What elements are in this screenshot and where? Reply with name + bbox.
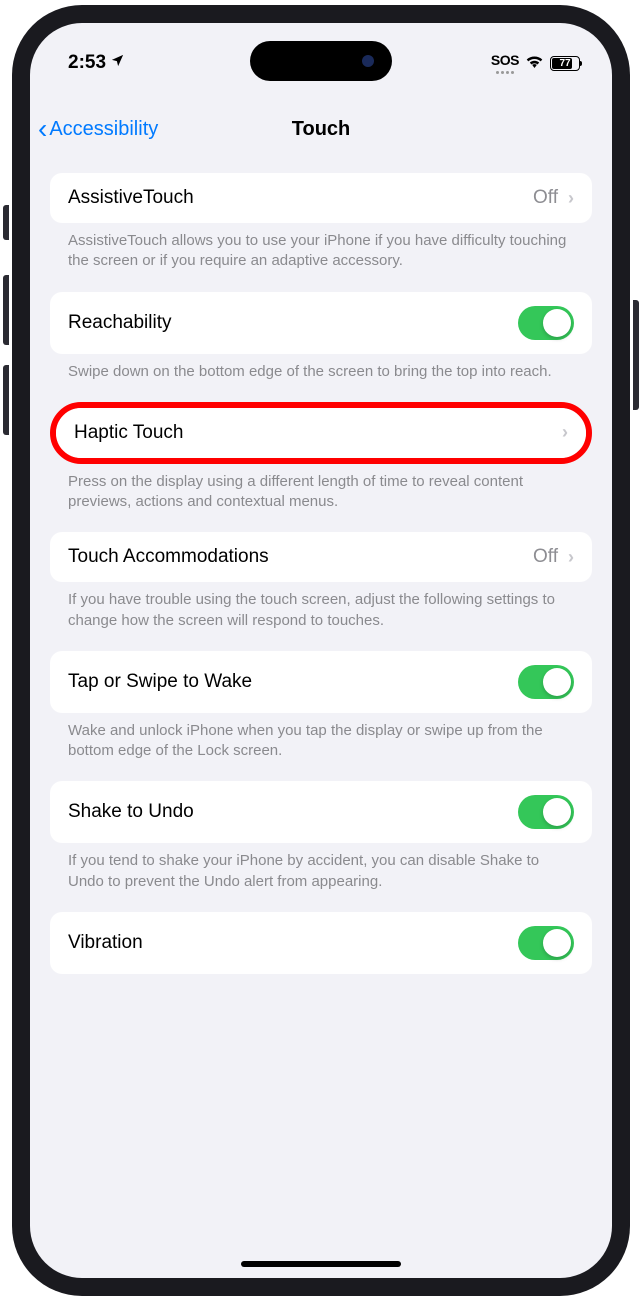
- tap-swipe-wake-row[interactable]: Tap or Swipe to Wake: [50, 651, 592, 713]
- shake-undo-toggle[interactable]: [518, 795, 574, 829]
- chevron-right-icon: ›: [562, 422, 568, 443]
- chevron-right-icon: ›: [568, 547, 574, 568]
- reachability-footer: Swipe down on the bottom edge of the scr…: [50, 354, 592, 382]
- haptic-touch-highlight: Haptic Touch ›: [50, 402, 592, 464]
- chevron-left-icon: ‹: [38, 113, 47, 145]
- sos-text: SOS: [491, 52, 519, 68]
- shake-undo-row[interactable]: Shake to Undo: [50, 781, 592, 843]
- sos-indicator: SOS: [491, 52, 519, 74]
- page-title: Touch: [292, 118, 351, 141]
- settings-list: AssistiveTouch Off › AssistiveTouch allo…: [30, 173, 612, 974]
- shake-undo-footer: If you tend to shake your iPhone by acci…: [50, 843, 592, 892]
- assistivetouch-value: Off: [533, 187, 558, 209]
- wifi-icon: [525, 54, 544, 73]
- back-button[interactable]: ‹ Accessibility: [38, 113, 158, 145]
- location-icon: [110, 52, 125, 74]
- shake-undo-label: Shake to Undo: [68, 801, 194, 823]
- vibration-toggle[interactable]: [518, 926, 574, 960]
- battery-icon: 77: [550, 56, 580, 71]
- reachability-row[interactable]: Reachability: [50, 292, 592, 354]
- back-button-label: Accessibility: [49, 118, 158, 141]
- assistivetouch-footer: AssistiveTouch allows you to use your iP…: [50, 223, 592, 272]
- status-right: SOS 77: [491, 52, 580, 74]
- dynamic-island: [250, 41, 392, 81]
- tap-swipe-wake-label: Tap or Swipe to Wake: [68, 671, 252, 693]
- assistivetouch-label: AssistiveTouch: [68, 187, 194, 209]
- chevron-right-icon: ›: [568, 188, 574, 209]
- haptic-touch-label: Haptic Touch: [74, 422, 184, 444]
- assistivetouch-row[interactable]: AssistiveTouch Off ›: [50, 173, 592, 223]
- touch-accommodations-label: Touch Accommodations: [68, 546, 269, 568]
- screen: 2:53 SOS 77 ‹: [30, 23, 612, 1278]
- clock-text: 2:53: [68, 52, 106, 74]
- navigation-bar: ‹ Accessibility Touch: [30, 83, 612, 159]
- power-button[interactable]: [633, 300, 639, 410]
- touch-accommodations-footer: If you have trouble using the touch scre…: [50, 582, 592, 631]
- status-time: 2:53: [68, 52, 125, 74]
- tap-swipe-wake-toggle[interactable]: [518, 665, 574, 699]
- touch-accommodations-row[interactable]: Touch Accommodations Off ›: [50, 532, 592, 582]
- reachability-toggle[interactable]: [518, 306, 574, 340]
- vibration-label: Vibration: [68, 932, 143, 954]
- haptic-touch-row[interactable]: Haptic Touch ›: [56, 408, 586, 458]
- volume-down-button[interactable]: [3, 365, 9, 435]
- volume-up-button[interactable]: [3, 275, 9, 345]
- reachability-label: Reachability: [68, 312, 172, 334]
- device-frame: 2:53 SOS 77 ‹: [12, 5, 630, 1296]
- home-indicator[interactable]: [241, 1261, 401, 1267]
- battery-percentage: 77: [551, 58, 579, 69]
- vibration-row[interactable]: Vibration: [50, 912, 592, 974]
- silence-switch[interactable]: [3, 205, 9, 240]
- touch-accommodations-value: Off: [533, 546, 558, 568]
- haptic-touch-footer: Press on the display using a different l…: [50, 464, 592, 513]
- tap-swipe-wake-footer: Wake and unlock iPhone when you tap the …: [50, 713, 592, 762]
